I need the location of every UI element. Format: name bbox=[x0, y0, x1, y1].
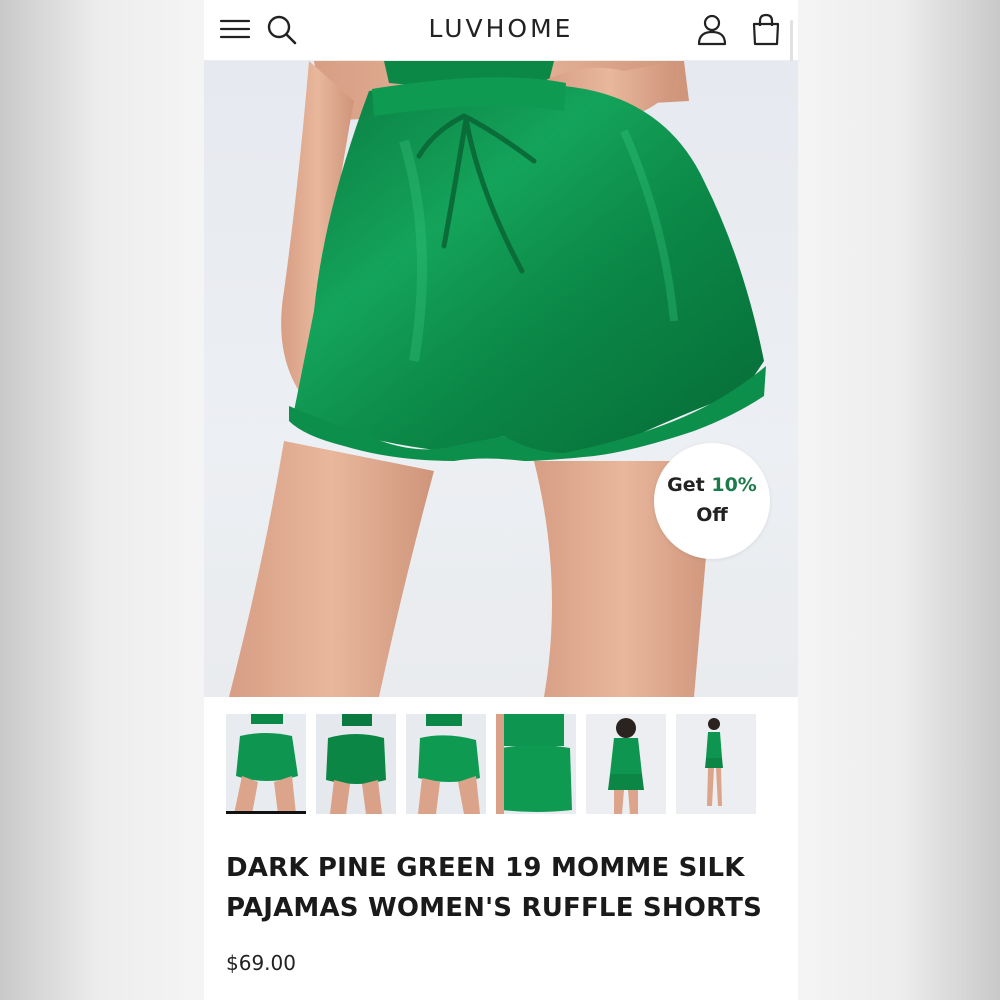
account-icon bbox=[697, 14, 727, 46]
thumbnail-3-image bbox=[406, 714, 486, 814]
thumbnail-4-image bbox=[496, 714, 576, 814]
discount-percent: 10% bbox=[711, 474, 757, 496]
thumbnail-6-image bbox=[676, 714, 756, 814]
cart-button[interactable] bbox=[748, 12, 784, 48]
product-price: $69.00 bbox=[226, 951, 296, 975]
top-header: LUVHOME bbox=[204, 0, 798, 180]
discount-badge[interactable]: Get 10% Off bbox=[654, 443, 770, 559]
thumbnail-5[interactable] bbox=[586, 714, 666, 814]
thumbnail-3[interactable] bbox=[406, 714, 486, 814]
thumbnail-strip bbox=[226, 714, 786, 816]
shopping-bag-icon bbox=[752, 13, 780, 46]
product-title: DARK PINE GREEN 19 MOMME SILK PAJAMAS WO… bbox=[226, 853, 763, 923]
product-main-image[interactable]: Get 10% Off bbox=[204, 61, 798, 697]
thumbnail-2[interactable] bbox=[316, 714, 396, 814]
discount-line-1: Get 10% bbox=[654, 474, 770, 496]
thumbnail-4[interactable] bbox=[496, 714, 576, 814]
account-button[interactable] bbox=[694, 12, 730, 48]
thumbnail-2-image bbox=[316, 714, 396, 814]
thumbnail-1[interactable] bbox=[226, 714, 306, 814]
product-photo bbox=[229, 61, 766, 697]
discount-line-2: Off bbox=[696, 504, 728, 526]
discount-prefix: Get bbox=[667, 474, 712, 496]
phone-screen: LUVHOME Get 10% Off DARK PINE GREEN 19 M… bbox=[204, 0, 798, 1000]
thumbnail-1-image bbox=[226, 714, 306, 814]
thumbnail-5-image bbox=[586, 714, 666, 814]
thumbnail-6[interactable] bbox=[676, 714, 756, 814]
